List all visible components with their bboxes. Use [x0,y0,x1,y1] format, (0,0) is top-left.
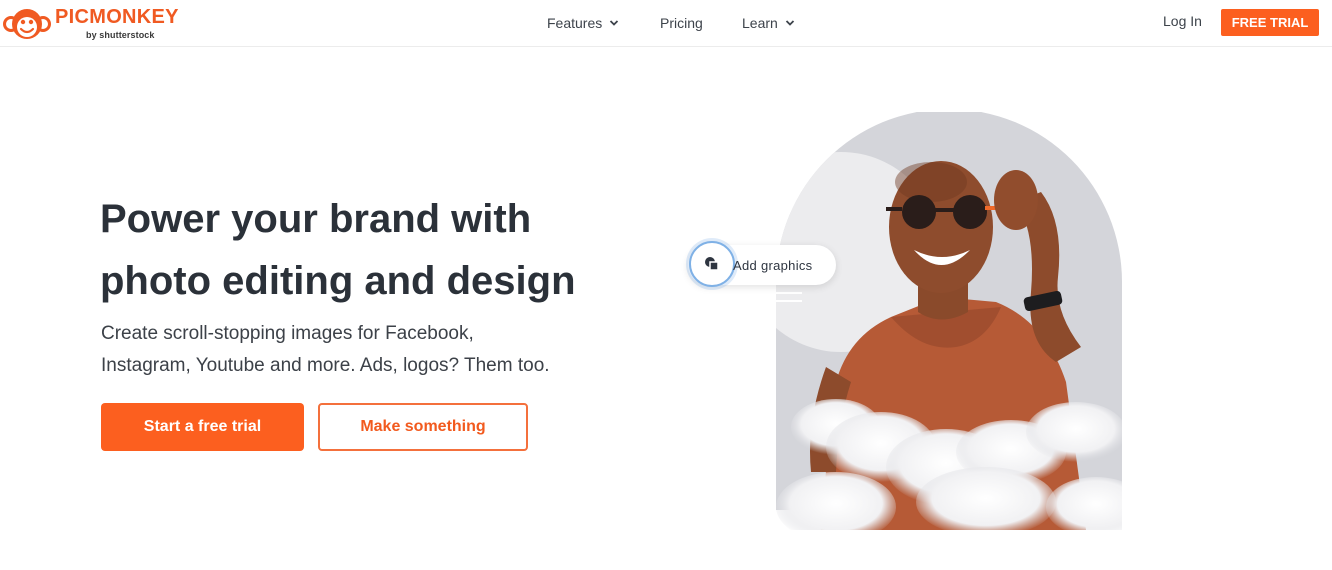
brand-tagline: by shutterstock [86,30,155,40]
hero-subtitle-line-2: Instagram, Youtube and more. Ads, logos?… [101,355,550,376]
free-trial-button[interactable]: FREE TRIAL [1221,9,1319,36]
hero-subtitle: Create scroll-stopping images for Facebo… [101,318,571,382]
hero-photo-illustration [776,112,1122,530]
raised-hand [994,170,1038,230]
picmonkey-logo[interactable]: PICMONKEY by shutterstock [3,4,179,44]
shapes-icon [705,257,719,271]
nav-features[interactable]: Features [547,13,619,33]
add-graphics-label: Add graphics [733,258,813,273]
hero-title-line-2: photo editing and design [100,259,576,303]
nav-pricing-label: Pricing [660,15,703,31]
site-header: PICMONKEY by shutterstock Features Prici… [0,0,1332,47]
nav-learn-label: Learn [742,15,778,31]
nav-features-label: Features [547,15,603,31]
login-link[interactable]: Log In [1163,13,1202,29]
add-graphics-button[interactable] [689,241,735,287]
hero-subtitle-line-1: Create scroll-stopping images for Facebo… [101,323,474,344]
hero-title-line-1: Power your brand with [100,197,532,241]
chevron-down-icon [785,20,794,26]
start-free-trial-button[interactable]: Start a free trial [101,403,304,451]
chevron-down-icon [610,20,619,26]
hero-title: Power your brand with photo editing and … [100,188,620,312]
make-something-button[interactable]: Make something [318,403,528,451]
brand-name: PICMONKEY [55,6,179,28]
nav-pricing[interactable]: Pricing [660,13,703,33]
nav-learn[interactable]: Learn [742,13,795,33]
monkey-face-icon [3,9,51,39]
